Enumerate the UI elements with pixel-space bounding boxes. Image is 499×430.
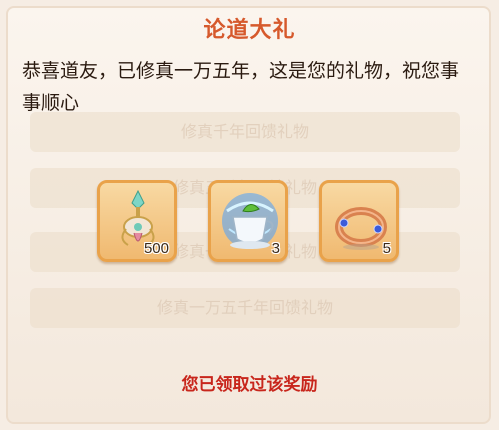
reward-slot-spirit-tea[interactable]: 3 bbox=[208, 180, 288, 262]
claimed-status-text: 您已领取过该奖励 bbox=[181, 375, 318, 395]
reward-count: 3 bbox=[271, 240, 280, 257]
faded-reward-row: 修真千年回馈礼物 bbox=[30, 112, 460, 152]
congrats-message: 恭喜道友，已修真一万五年，这是您的礼物，祝您事事顺心 bbox=[22, 60, 460, 114]
reward-count: 500 bbox=[143, 240, 169, 257]
reward-slot-gem-ring[interactable]: 5 bbox=[319, 180, 399, 262]
dialog-title: 论道大礼 bbox=[203, 18, 296, 43]
reward-count: 5 bbox=[382, 240, 391, 257]
faded-reward-row: 修真一万五千年回馈礼物 bbox=[30, 288, 460, 328]
reward-slot-jade-pendant[interactable]: 500 bbox=[97, 180, 177, 262]
